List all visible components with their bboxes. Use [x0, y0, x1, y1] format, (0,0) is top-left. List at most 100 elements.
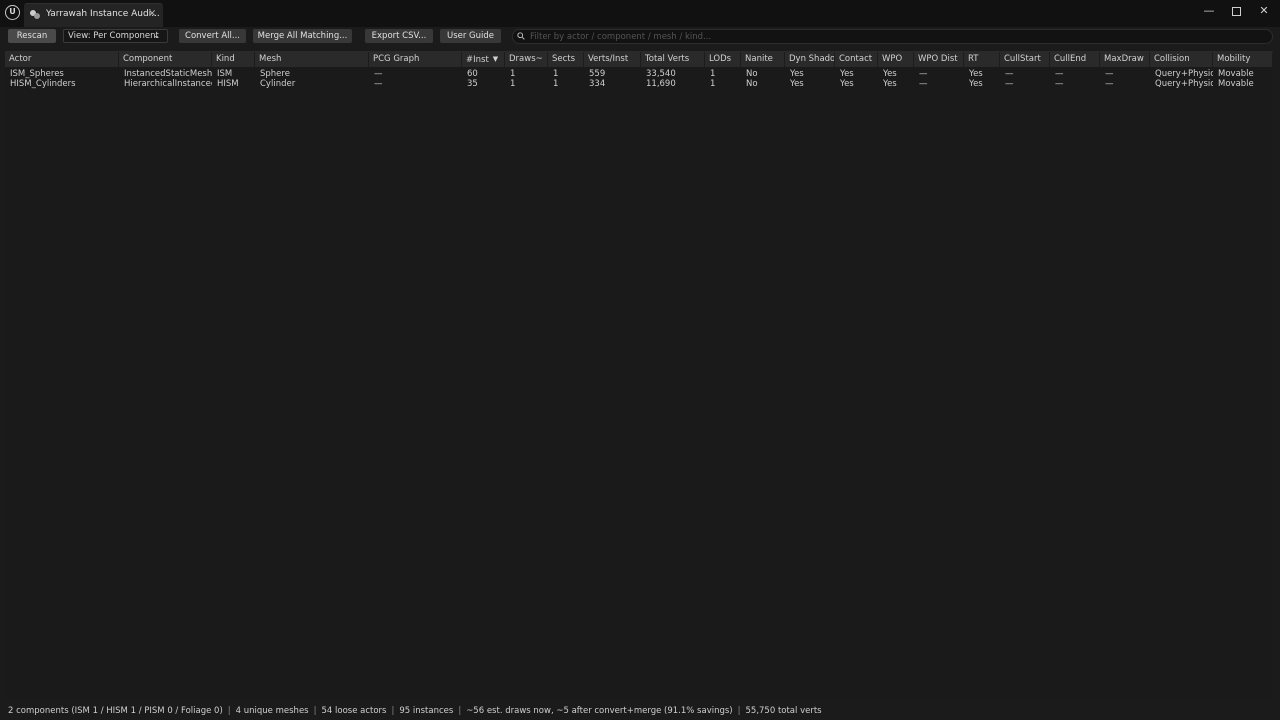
column-header-mesh[interactable]: Mesh — [255, 52, 369, 67]
cell-pcg-graph: — — [374, 79, 383, 89]
column-header-nanite[interactable]: Nanite — [741, 52, 785, 67]
column-header-label: LODs — [709, 54, 732, 64]
column-header-maxdraw[interactable]: MaxDraw — [1100, 52, 1150, 67]
column-header-label: RT — [968, 54, 979, 64]
cell-total-verts: 11,690 — [646, 79, 676, 89]
column-header-draws[interactable]: Draws~ — [505, 52, 548, 67]
column-header-wpo[interactable]: WPO — [878, 52, 914, 67]
cell-mobility: Movable — [1218, 69, 1254, 79]
column-header-verts-inst[interactable]: Verts/Inst — [584, 52, 641, 67]
cell-verts-inst: 334 — [589, 79, 606, 89]
cell-inst: 60 — [467, 69, 478, 79]
column-header-cullstart[interactable]: CullStart — [1000, 52, 1050, 67]
export-csv-button[interactable]: Export CSV... — [365, 29, 433, 43]
column-header-actor[interactable]: Actor — [5, 52, 119, 67]
column-header-dyn-shadow[interactable]: Dyn Shadow — [785, 52, 835, 67]
column-header-label: Total Verts — [645, 54, 690, 64]
column-header-cullend[interactable]: CullEnd — [1050, 52, 1100, 67]
cell-component: InstancedStaticMesh — [124, 69, 212, 79]
column-header-inst[interactable]: #Inst ▼ — [462, 52, 505, 67]
cell-mesh[interactable]: Cylinder — [255, 79, 369, 89]
title-bar: U Yarrawah Instance Audi... × — ✕ — [0, 0, 1280, 27]
cell-contact: Yes — [840, 69, 854, 79]
column-header-label: Mesh — [259, 54, 282, 64]
chevron-down-icon: ⌄ — [153, 31, 160, 40]
column-header-sects[interactable]: Sects — [548, 52, 584, 67]
cell-actor: ISM_Spheres — [10, 69, 64, 79]
cell-kind: HISM — [217, 79, 239, 89]
user-guide-button[interactable]: User Guide — [440, 29, 501, 43]
cell-nanite: No — [746, 79, 758, 89]
cell-sects: 1 — [553, 69, 559, 79]
unreal-logo-icon: U — [5, 5, 20, 20]
search-input[interactable] — [530, 30, 1260, 43]
view-mode-label: View: Per Component — [68, 31, 159, 41]
tab-close-icon[interactable]: × — [148, 8, 156, 19]
column-header-label: Verts/Inst — [588, 54, 629, 64]
cell-wpo-dist: — — [919, 69, 928, 79]
cell-cullend: — — [1055, 79, 1064, 89]
column-header-label: WPO — [882, 54, 903, 64]
cell-dyn-shadow: Yes — [790, 79, 804, 89]
convert-all-button[interactable]: Convert All... — [179, 29, 246, 43]
status-separator: | — [313, 706, 317, 716]
column-header-label: Draws~ — [509, 54, 543, 64]
cell-draws: 1 — [510, 79, 516, 89]
table-row[interactable]: ISM_Spheres InstancedStaticMesh ISM Sphere —… — [5, 69, 1273, 79]
cell-total-verts: 33,540 — [646, 69, 676, 79]
column-header-label: CullEnd — [1054, 54, 1087, 64]
close-window-icon[interactable]: ✕ — [1257, 4, 1271, 18]
column-header-kind[interactable]: Kind — [212, 52, 255, 67]
cell-maxdraw: — — [1105, 79, 1114, 89]
view-mode-dropdown[interactable]: View: Per Component ⌄ — [63, 29, 168, 43]
table-row[interactable]: HISM_Cylinders HierarchicalInstancedS HISM… — [5, 79, 1273, 89]
column-header-component[interactable]: Component — [119, 52, 212, 67]
column-header-lods[interactable]: LODs — [705, 52, 741, 67]
instance-table: Actor Component Kind Mesh PCG Graph #Inst ▼ Dra… — [5, 51, 1273, 700]
merge-all-matching-button[interactable]: Merge All Matching... — [253, 29, 352, 43]
cell-lods: 1 — [710, 69, 716, 79]
column-header-collision[interactable]: Collision — [1150, 52, 1213, 67]
status-instances: 95 instances — [399, 706, 454, 716]
editor-tab[interactable]: Yarrawah Instance Audi... × — [24, 3, 163, 27]
instance-audit-icon — [30, 10, 40, 19]
status-separator: | — [737, 706, 741, 716]
cell-sects: 1 — [553, 79, 559, 89]
column-header-mobility[interactable]: Mobility — [1213, 52, 1273, 67]
cell-nanite: No — [746, 69, 758, 79]
status-separator: | — [391, 706, 395, 716]
cell-cullend: — — [1055, 69, 1064, 79]
mesh-link[interactable]: Sphere — [260, 70, 368, 79]
column-header-label: #Inst — [466, 55, 489, 65]
column-header-label: WPO Dist — [918, 54, 958, 64]
cell-wpo: Yes — [883, 69, 897, 79]
column-header-label: Contact — [839, 54, 873, 64]
minimize-icon[interactable]: — — [1202, 4, 1216, 18]
rescan-button[interactable]: Rescan — [8, 29, 56, 43]
column-header-label: Actor — [9, 54, 32, 64]
column-header-total-verts[interactable]: Total Verts — [641, 52, 705, 67]
maximize-icon[interactable] — [1229, 4, 1243, 18]
tab-title: Yarrawah Instance Audi... — [46, 9, 160, 19]
column-header-pcg-graph[interactable]: PCG Graph — [369, 52, 462, 67]
mesh-link[interactable]: Cylinder — [260, 80, 368, 89]
column-header-rt[interactable]: RT — [964, 52, 1000, 67]
column-header-label: Mobility — [1217, 54, 1251, 64]
cell-mobility: Movable — [1218, 79, 1254, 89]
column-header-label: Sects — [552, 54, 576, 64]
search-box[interactable] — [512, 29, 1273, 44]
column-header-label: Kind — [216, 54, 235, 64]
status-total-verts: 55,750 total verts — [745, 706, 822, 716]
cell-maxdraw: — — [1105, 69, 1114, 79]
cell-kind: ISM — [217, 69, 233, 79]
status-draws: ~56 est. draws now, ~5 after convert+mer… — [466, 706, 733, 716]
status-unique-meshes: 4 unique meshes — [235, 706, 309, 716]
cell-wpo: Yes — [883, 79, 897, 89]
column-header-contact[interactable]: Contact — [835, 52, 878, 67]
cell-component: HierarchicalInstancedS — [124, 79, 212, 89]
status-separator: | — [227, 706, 231, 716]
cell-mesh[interactable]: Sphere — [255, 69, 369, 79]
column-header-wpo-dist[interactable]: WPO Dist — [914, 52, 964, 67]
column-header-label: Nanite — [745, 54, 773, 64]
column-header-label: Collision — [1154, 54, 1190, 64]
